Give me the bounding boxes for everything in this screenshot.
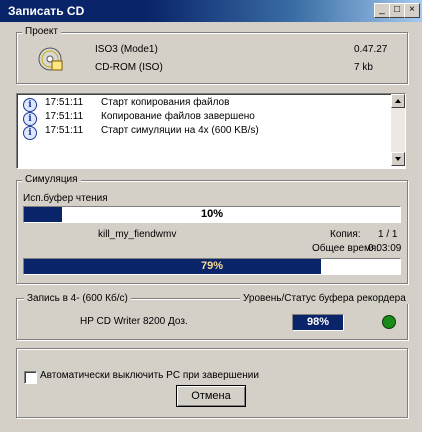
scroll-down-button[interactable] [391, 152, 405, 166]
current-file-name: kill_my_fiendwmv [98, 229, 177, 240]
project-name-1: ISO3 (Mode1) [95, 44, 158, 55]
recorder-device: HP CD Writer 8200 Доз. [80, 316, 188, 327]
recorder-buffer-level: 98% [292, 314, 344, 331]
scroll-up-button[interactable] [391, 94, 405, 108]
minimize-button[interactable]: _ [374, 3, 390, 18]
buffer-status-legend: Уровень/Статус буфера рекордера [240, 293, 409, 304]
info-icon: i [23, 126, 37, 140]
recorder-buffer-percent: 98% [306, 316, 330, 328]
auto-shutdown-label[interactable]: Автоматически выключить PC при завершени… [40, 370, 259, 381]
total-time-value: 0:03:09 [368, 243, 402, 254]
disc-icon [38, 46, 64, 72]
log-message: Копирование файлов завершено [101, 111, 255, 122]
log-message: Старт копирования файлов [101, 97, 230, 108]
copy-value: 1 / 1 [378, 229, 398, 240]
project-value-2: 7 kb [354, 62, 373, 73]
cancel-button[interactable]: Отмена [176, 385, 246, 407]
project-name-2: CD-ROM (ISO) [95, 62, 163, 73]
arrow-up-icon [395, 99, 401, 103]
recorder-legend: Запись в 4- (600 Кб/с) [24, 293, 131, 304]
buffer-label: Исп.буфер чтения [23, 193, 108, 204]
log-list[interactable]: i 17:51:11 Старт копирования файлов i 17… [16, 93, 406, 169]
project-legend: Проект [22, 26, 61, 37]
info-icon: i [23, 112, 37, 126]
recorder-group [16, 298, 408, 340]
auto-shutdown-checkbox[interactable] [24, 371, 37, 384]
window-title: Записать CD [8, 4, 85, 18]
log-time: 17:51:11 [45, 125, 84, 136]
simulation-legend: Симуляция [22, 174, 81, 185]
info-icon: i [23, 98, 37, 112]
read-buffer-bar: 10% [23, 206, 401, 223]
arrow-down-icon [395, 157, 401, 161]
log-time: 17:51:11 [45, 97, 84, 108]
copy-label: Копия: [330, 229, 361, 240]
maximize-button[interactable]: □ [389, 3, 405, 18]
options-group [16, 348, 408, 418]
status-led-icon [382, 315, 396, 329]
project-value-1: 0.47.27 [354, 44, 388, 55]
project-group [16, 32, 408, 84]
log-time: 17:51:11 [45, 111, 84, 122]
read-buffer-percent: 10% [200, 208, 224, 220]
log-scrollbar[interactable] [391, 94, 405, 166]
total-progress-percent: 79% [200, 260, 224, 272]
log-message: Старт симуляции на 4x (600 KB/s) [101, 125, 259, 136]
close-button[interactable]: × [404, 3, 420, 18]
total-progress-bar: 79% [23, 258, 401, 275]
